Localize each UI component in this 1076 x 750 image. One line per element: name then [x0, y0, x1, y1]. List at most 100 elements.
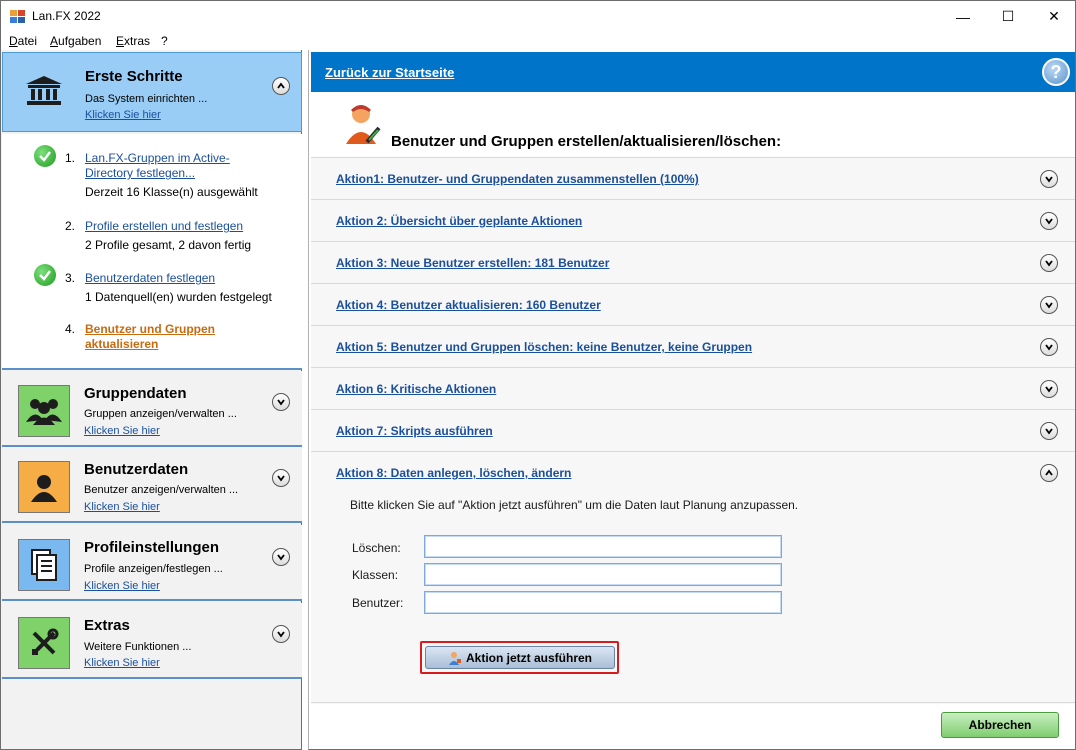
- menu-extras[interactable]: Extras: [116, 34, 150, 48]
- help-button[interactable]: ?: [1042, 58, 1070, 86]
- chevron-down-icon: [1045, 218, 1053, 225]
- step-number: 3.: [65, 271, 76, 285]
- step-info-1: Derzeit 16 Klasse(n) ausgewählt: [85, 185, 258, 199]
- menu-aufgaben-label: ufgaben: [58, 34, 102, 48]
- user-run-icon: [448, 651, 461, 665]
- expand-button[interactable]: [1040, 422, 1058, 440]
- section-subtitle: Benutzer anzeigen/verwalten ...: [84, 484, 239, 496]
- window-title: Lan.FX 2022: [32, 9, 101, 23]
- expand-button[interactable]: [272, 548, 290, 566]
- step-link-4-l1: Benutzer und Gruppen: [85, 322, 215, 336]
- menu-extras-accel: E: [116, 34, 125, 48]
- step-link-1-l1: Lan.FX-Gruppen im Active-: [85, 151, 230, 165]
- page-heading: Benutzer und Gruppen erstellen/aktualisi…: [391, 133, 782, 150]
- loeschen-field[interactable]: [424, 535, 782, 558]
- section-erste-schritte[interactable]: Erste Schritte Das System einrichten ...…: [2, 52, 302, 132]
- menu-help[interactable]: ?: [161, 34, 168, 48]
- step-link-3[interactable]: Benutzerdaten festlegen: [85, 271, 215, 286]
- accordion-action-4[interactable]: Aktion 4: Benutzer aktualisieren: 160 Be…: [311, 283, 1075, 325]
- execute-action-button[interactable]: Aktion jetzt ausführen: [425, 646, 615, 669]
- app-icon: [10, 10, 25, 23]
- document-icon: [18, 539, 70, 591]
- benutzer-field[interactable]: [424, 591, 782, 614]
- menu-extras-label: xtras: [124, 34, 151, 48]
- back-to-home-link[interactable]: Zurück zur Startseite: [325, 65, 454, 80]
- accordion-action-5[interactable]: Aktion 5: Benutzer und Gruppen löschen: …: [311, 325, 1075, 367]
- section-link[interactable]: Klicken Sie hier: [84, 580, 160, 592]
- chevron-up-icon: [277, 82, 285, 89]
- step-link-1-l2: Directory festlegen...: [85, 166, 196, 180]
- section-title: Profileinstellungen: [84, 539, 220, 556]
- chevron-down-icon: [1045, 302, 1053, 309]
- accordion-label[interactable]: Aktion 2: Übersicht über geplante Aktion…: [336, 214, 582, 228]
- collapse-button[interactable]: [272, 77, 290, 95]
- expand-button[interactable]: [272, 469, 290, 487]
- chevron-down-icon: [1045, 344, 1053, 351]
- close-button[interactable]: ✕: [1031, 1, 1076, 32]
- expand-button[interactable]: [1040, 380, 1058, 398]
- steps-list: 1. Lan.FX-Gruppen im Active- Directory fe…: [2, 134, 302, 370]
- accordion-label[interactable]: Aktion 8: Daten anlegen, löschen, ändern: [336, 466, 571, 480]
- step-number: 1.: [65, 151, 76, 165]
- chevron-down-icon: [1045, 176, 1053, 183]
- section-title: Extras: [84, 617, 130, 634]
- accordion-action-2[interactable]: Aktion 2: Übersicht über geplante Aktion…: [311, 199, 1075, 241]
- expand-button[interactable]: [272, 625, 290, 643]
- accordion-action-7[interactable]: Aktion 7: Skripts ausführen: [311, 409, 1075, 451]
- accordion-label[interactable]: Aktion1: Benutzer- und Gruppendaten zusa…: [336, 172, 699, 186]
- accordion-label[interactable]: Aktion 6: Kritische Aktionen: [336, 382, 496, 396]
- menu-aufgaben-accel: A: [50, 34, 59, 48]
- section-extras[interactable]: Extras Weitere Funktionen ... Klicken Si…: [2, 603, 302, 679]
- section-gruppendaten[interactable]: Gruppendaten Gruppen anzeigen/verwalten …: [2, 371, 302, 447]
- menu-datei-accel: D: [9, 34, 18, 48]
- collapse-button[interactable]: [1040, 464, 1058, 482]
- step-link-2[interactable]: Profile erstellen und festlegen: [85, 219, 243, 234]
- checkmark-icon: [34, 264, 56, 286]
- step-link-1[interactable]: Lan.FX-Gruppen im Active- Directory festl…: [85, 151, 230, 181]
- menu-aufgaben[interactable]: Aufgaben: [50, 34, 101, 48]
- minimize-button[interactable]: —: [940, 1, 986, 32]
- section-link[interactable]: Klicken Sie hier: [84, 657, 160, 669]
- accordion-label[interactable]: Aktion 5: Benutzer und Gruppen löschen: …: [336, 340, 752, 354]
- tools-icon: [18, 617, 70, 669]
- expand-button[interactable]: [1040, 212, 1058, 230]
- accordion-action-6[interactable]: Aktion 6: Kritische Aktionen: [311, 367, 1075, 409]
- cancel-button[interactable]: Abbrechen: [941, 712, 1059, 738]
- section-link[interactable]: Klicken Sie hier: [85, 109, 161, 121]
- chevron-down-icon: [277, 631, 285, 638]
- menu-datei[interactable]: Datei: [9, 34, 37, 48]
- accordion-label[interactable]: Aktion 3: Neue Benutzer erstellen: 181 B…: [336, 256, 609, 270]
- expand-button[interactable]: [1040, 170, 1058, 188]
- field-label-loeschen: Löschen:: [352, 541, 401, 555]
- group-icon: [18, 385, 70, 437]
- expand-button[interactable]: [1040, 254, 1058, 272]
- expand-button[interactable]: [1040, 338, 1058, 356]
- klassen-field[interactable]: [424, 563, 782, 586]
- section-link[interactable]: Klicken Sie hier: [84, 501, 160, 513]
- chevron-down-icon: [277, 399, 285, 406]
- step-info-3: 1 Datenquell(en) wurden festgelegt: [85, 290, 272, 304]
- accordion-action-3[interactable]: Aktion 3: Neue Benutzer erstellen: 181 B…: [311, 241, 1075, 283]
- user-edit-icon: [346, 105, 381, 144]
- chevron-down-icon: [1045, 386, 1053, 393]
- accordion-label[interactable]: Aktion 7: Skripts ausführen: [336, 424, 493, 438]
- instruction-text: Bitte klicken Sie auf "Aktion jetzt ausf…: [350, 498, 799, 512]
- title-bar: Lan.FX 2022 — ☐ ✕: [0, 0, 1076, 32]
- chevron-down-icon: [1045, 260, 1053, 267]
- section-subtitle: Gruppen anzeigen/verwalten ...: [84, 408, 237, 420]
- step-link-4-l2: aktualisieren: [85, 337, 159, 351]
- section-profileinstellungen[interactable]: Profileinstellungen Profile anzeigen/fes…: [2, 525, 302, 601]
- expand-button[interactable]: [272, 393, 290, 411]
- accordion-action-1[interactable]: Aktion1: Benutzer- und Gruppendaten zusa…: [311, 157, 1075, 199]
- section-benutzerdaten[interactable]: Benutzerdaten Benutzer anzeigen/verwalte…: [2, 447, 302, 523]
- maximize-button[interactable]: ☐: [985, 1, 1031, 32]
- step-link-4-current[interactable]: Benutzer und Gruppen aktualisieren: [85, 322, 215, 352]
- user-icon: [18, 461, 70, 513]
- field-label-klassen: Klassen:: [352, 568, 399, 582]
- section-subtitle: Weitere Funktionen ...: [84, 641, 192, 653]
- section-link[interactable]: Klicken Sie hier: [84, 425, 160, 437]
- accordion-label[interactable]: Aktion 4: Benutzer aktualisieren: 160 Be…: [336, 298, 601, 312]
- main-panel: Zurück zur Startseite ? Benutzer und Gru…: [308, 50, 1076, 750]
- expand-button[interactable]: [1040, 296, 1058, 314]
- section-title: Benutzerdaten: [84, 461, 189, 478]
